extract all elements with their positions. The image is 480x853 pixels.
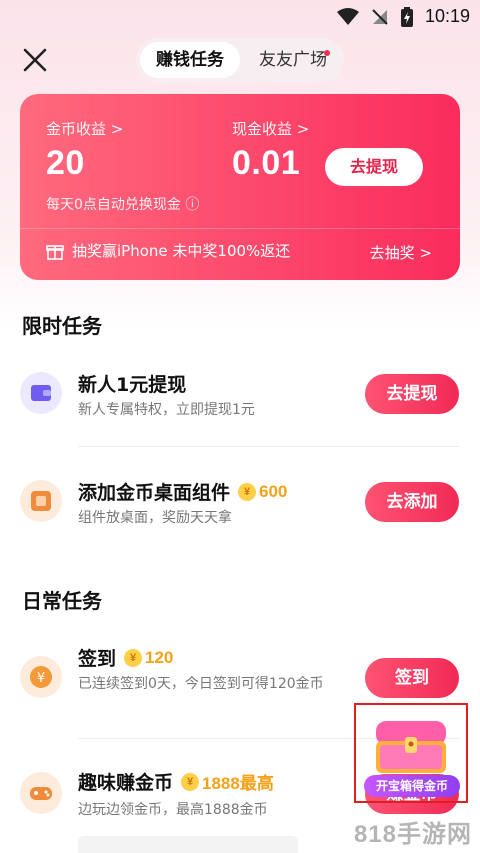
gamepad-icon (20, 772, 62, 814)
notification-dot (324, 50, 330, 56)
tab-friends-square[interactable]: 友友广场 (248, 42, 338, 78)
battery-charging-icon (400, 6, 413, 27)
go-lottery-link[interactable]: 去抽奖 > (370, 242, 432, 263)
divider (78, 446, 460, 447)
task-title: 添加金币桌面组件 ¥600 (78, 478, 287, 505)
sign-in-button[interactable]: 签到 (365, 658, 459, 698)
no-signal-icon (372, 8, 388, 25)
task-subtitle: 新人专属特权，立即提现1元 (78, 402, 255, 418)
task-subtitle: 边玩边领金币，最高1888金币 (78, 802, 268, 818)
task-title: 趣味赚金币 ¥1888最高 (78, 768, 274, 795)
coin-reward-badge: ¥600 (238, 482, 287, 502)
card-divider (20, 228, 460, 229)
task-add-widget: 添加金币桌面组件 ¥600 组件放桌面，奖励天天拿 去添加 (0, 468, 480, 548)
task-title: 新人1元提现 (78, 370, 186, 397)
tab-friends-square-label: 友友广场 (259, 50, 327, 70)
auto-exchange-hint[interactable]: 每天0点自动兑换现金 ⓘ (46, 194, 199, 214)
task-title: 签到 ¥120 (78, 644, 173, 671)
earnings-card: 金币收益 > 20 现金收益 > 0.01 去提现 每天0点自动兑换现金 ⓘ 抽… (20, 94, 460, 280)
task-withdraw-button[interactable]: 去提现 (365, 374, 459, 414)
withdraw-button[interactable]: 去提现 (325, 148, 423, 186)
treasure-chest-icon (376, 721, 446, 773)
coin-reward-badge: ¥120 (124, 648, 173, 668)
lottery-text: 抽奖赢iPhone 未中奖100%返还 (72, 242, 291, 260)
coin-icon: ¥ (238, 482, 257, 501)
close-button[interactable] (22, 47, 48, 73)
status-bar: 10:19 (0, 0, 480, 34)
treasure-chest-label: 开宝箱得金币 (364, 775, 460, 797)
task-new-user-withdraw: 新人1元提现 新人专属特权，立即提现1元 去提现 (0, 360, 480, 440)
tab-earn-tasks[interactable]: 赚钱任务 (140, 42, 240, 78)
coin-reward-badge: ¥1888最高 (181, 769, 274, 794)
wifi-icon (336, 7, 359, 25)
next-item-preview (78, 836, 298, 853)
coin-icon: ¥ (181, 772, 200, 791)
coin-income-link[interactable]: 金币收益 > (46, 118, 123, 139)
cash-income-value: 0.01 (232, 144, 301, 182)
header-tabs: 赚钱任务 友友广场 (136, 38, 344, 82)
treasure-chest-float[interactable]: 开宝箱得金币 (354, 703, 468, 803)
task-title-text: 签到 (78, 648, 117, 670)
svg-text:¥: ¥ (37, 671, 45, 686)
task-subtitle: 组件放桌面，奖励天天拿 (78, 510, 232, 526)
task-subtitle: 已连续签到0天，今日签到可得120金币 (78, 676, 324, 692)
daily-tasks-title: 日常任务 (22, 589, 102, 613)
status-time: 10:19 (424, 6, 470, 26)
coin-income-value: 20 (46, 144, 85, 182)
lottery-row[interactable]: 抽奖赢iPhone 未中奖100%返还 (46, 240, 290, 261)
gift-icon (46, 244, 64, 260)
watermark: 818手游网 (353, 821, 472, 848)
coin-icon: ¥ (124, 648, 143, 667)
task-add-button[interactable]: 去添加 (365, 482, 459, 522)
close-icon (23, 48, 47, 72)
task-title-text: 新人1元提现 (78, 374, 187, 396)
yen-icon: ¥ (20, 656, 62, 698)
coin-amount: 600 (259, 481, 288, 501)
wallet-icon (20, 372, 62, 414)
cash-income-link[interactable]: 现金收益 > (232, 118, 309, 139)
task-title-text: 添加金币桌面组件 (78, 482, 231, 504)
limited-tasks-title: 限时任务 (22, 314, 102, 338)
coin-amount: 120 (145, 647, 174, 667)
widget-icon (20, 480, 62, 522)
coin-amount: 1888最高 (202, 774, 274, 793)
task-title-text: 趣味赚金币 (78, 772, 174, 794)
